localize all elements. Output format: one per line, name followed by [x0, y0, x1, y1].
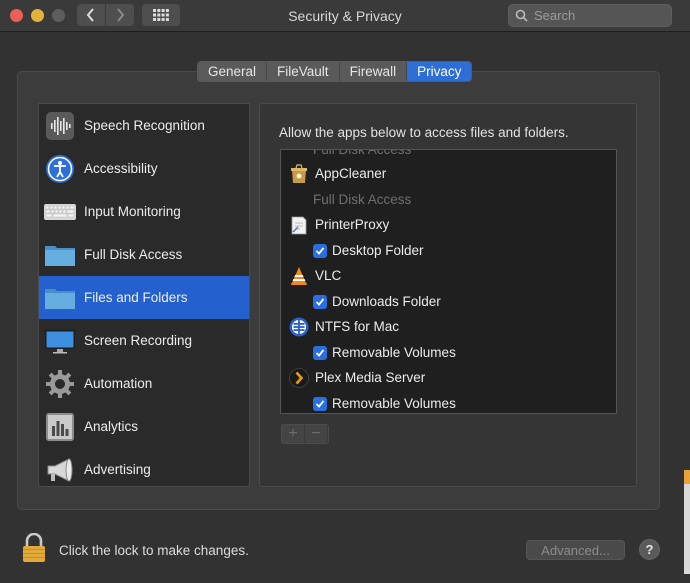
sidebar-item-accessibility[interactable]: Accessibility: [39, 147, 249, 190]
sidebar-item-screen-recording[interactable]: Screen Recording: [39, 319, 249, 362]
app-row-plex-media-server[interactable]: Plex Media Server: [281, 365, 616, 390]
permission-checkbox[interactable]: [313, 396, 327, 411]
tab-firewall[interactable]: Firewall: [339, 62, 408, 81]
sidebar-item-label: Accessibility: [84, 161, 158, 176]
sidebar-item-label: Advertising: [84, 462, 151, 477]
sidebar-item-label: Automation: [84, 376, 153, 391]
checkmark-icon: [315, 246, 325, 255]
remove-button[interactable]: −: [305, 425, 328, 443]
sidebar-item-label: Screen Recording: [84, 333, 193, 348]
permission-label: Removable Volumes: [332, 345, 456, 360]
help-button[interactable]: ?: [639, 539, 660, 560]
permission-label: Downloads Folder: [332, 294, 441, 309]
lock-button[interactable]: [22, 533, 46, 563]
permission-label: Removable Volumes: [332, 396, 456, 411]
permission-checkbox[interactable]: [313, 243, 327, 258]
search-field[interactable]: [508, 4, 672, 27]
vlc-icon: [288, 265, 310, 287]
privacy-category-list: Speech Recognition Accessibility Input M…: [38, 103, 250, 487]
permission-row-removable-volumes[interactable]: Removable Volumes: [281, 340, 616, 365]
gear-icon: [43, 368, 77, 400]
add-remove-control: + −: [281, 424, 329, 444]
permission-row-desktop-folder[interactable]: Desktop Folder: [281, 238, 616, 263]
sidebar-item-label: Analytics: [84, 419, 139, 434]
printerproxy-icon: [288, 214, 310, 236]
sidebar-item-files-and-folders[interactable]: Files and Folders: [39, 276, 249, 319]
app-permission-list[interactable]: Full Disk Access AppCleaner Full Disk Ac…: [280, 149, 617, 414]
folder-icon: [43, 239, 77, 271]
list-group-label: Full Disk Access: [313, 192, 412, 207]
title-bar: Security & Privacy: [0, 0, 690, 32]
sidebar-item-full-disk-access[interactable]: Full Disk Access: [39, 233, 249, 276]
ntfs-icon: [288, 316, 310, 338]
sidebar-item-advertising[interactable]: Advertising: [39, 448, 249, 491]
app-name: VLC: [315, 268, 342, 283]
sidebar-item-analytics[interactable]: Analytics: [39, 405, 249, 448]
app-name: PrinterProxy: [315, 217, 390, 232]
chart-icon: [43, 411, 77, 443]
sidebar-item-label: Full Disk Access: [84, 247, 183, 262]
display-icon: [43, 325, 77, 357]
checkmark-icon: [315, 297, 325, 306]
background-window-edge: [684, 470, 690, 484]
add-button[interactable]: +: [282, 425, 305, 443]
window: Security & Privacy General FileVault Fir…: [0, 0, 690, 583]
tab-filevault[interactable]: FileVault: [267, 62, 340, 81]
tab-bar: General FileVault Firewall Privacy: [197, 61, 473, 82]
tab-privacy[interactable]: Privacy: [407, 62, 472, 81]
sidebar-item-input-monitoring[interactable]: Input Monitoring: [39, 190, 249, 233]
search-icon: [515, 9, 528, 22]
app-row-printerproxy[interactable]: PrinterProxy: [281, 212, 616, 237]
sidebar-item-label: Speech Recognition: [84, 118, 205, 133]
advanced-button[interactable]: Advanced...: [526, 540, 625, 560]
permission-checkbox[interactable]: [313, 294, 327, 309]
app-name: NTFS for Mac: [315, 319, 400, 334]
accessibility-icon: [43, 153, 77, 185]
plex-icon: [288, 367, 310, 389]
permission-label: Desktop Folder: [332, 243, 424, 258]
sidebar-item-speech-recognition[interactable]: Speech Recognition: [39, 104, 249, 147]
app-name: AppCleaner: [315, 166, 387, 181]
permission-row-downloads-folder[interactable]: Downloads Folder: [281, 289, 616, 314]
sidebar-item-label: Files and Folders: [84, 290, 188, 305]
checkmark-icon: [315, 399, 325, 408]
description-text: Allow the apps below to access files and…: [279, 125, 569, 140]
waveform-icon: [43, 110, 77, 142]
permission-checkbox[interactable]: [313, 345, 327, 360]
folder-icon: [43, 282, 77, 314]
checkmark-icon: [315, 348, 325, 357]
search-input[interactable]: [534, 8, 664, 23]
megaphone-icon: [43, 454, 77, 486]
sidebar-item-automation[interactable]: Automation: [39, 362, 249, 405]
app-row-ntfs-for-mac[interactable]: NTFS for Mac: [281, 314, 616, 339]
sidebar-item-label: Input Monitoring: [84, 204, 181, 219]
lock-message: Click the lock to make changes.: [59, 543, 249, 558]
app-row-vlc[interactable]: VLC: [281, 263, 616, 288]
lock-icon: [23, 533, 45, 562]
background-window-edge: [684, 484, 690, 574]
appcleaner-icon: [288, 163, 310, 185]
app-name: Plex Media Server: [315, 370, 426, 385]
app-row-appcleaner[interactable]: AppCleaner: [281, 161, 616, 186]
permission-row-removable-volumes[interactable]: Removable Volumes: [281, 391, 616, 413]
keyboard-icon: [43, 196, 77, 228]
tab-general[interactable]: General: [198, 62, 268, 81]
